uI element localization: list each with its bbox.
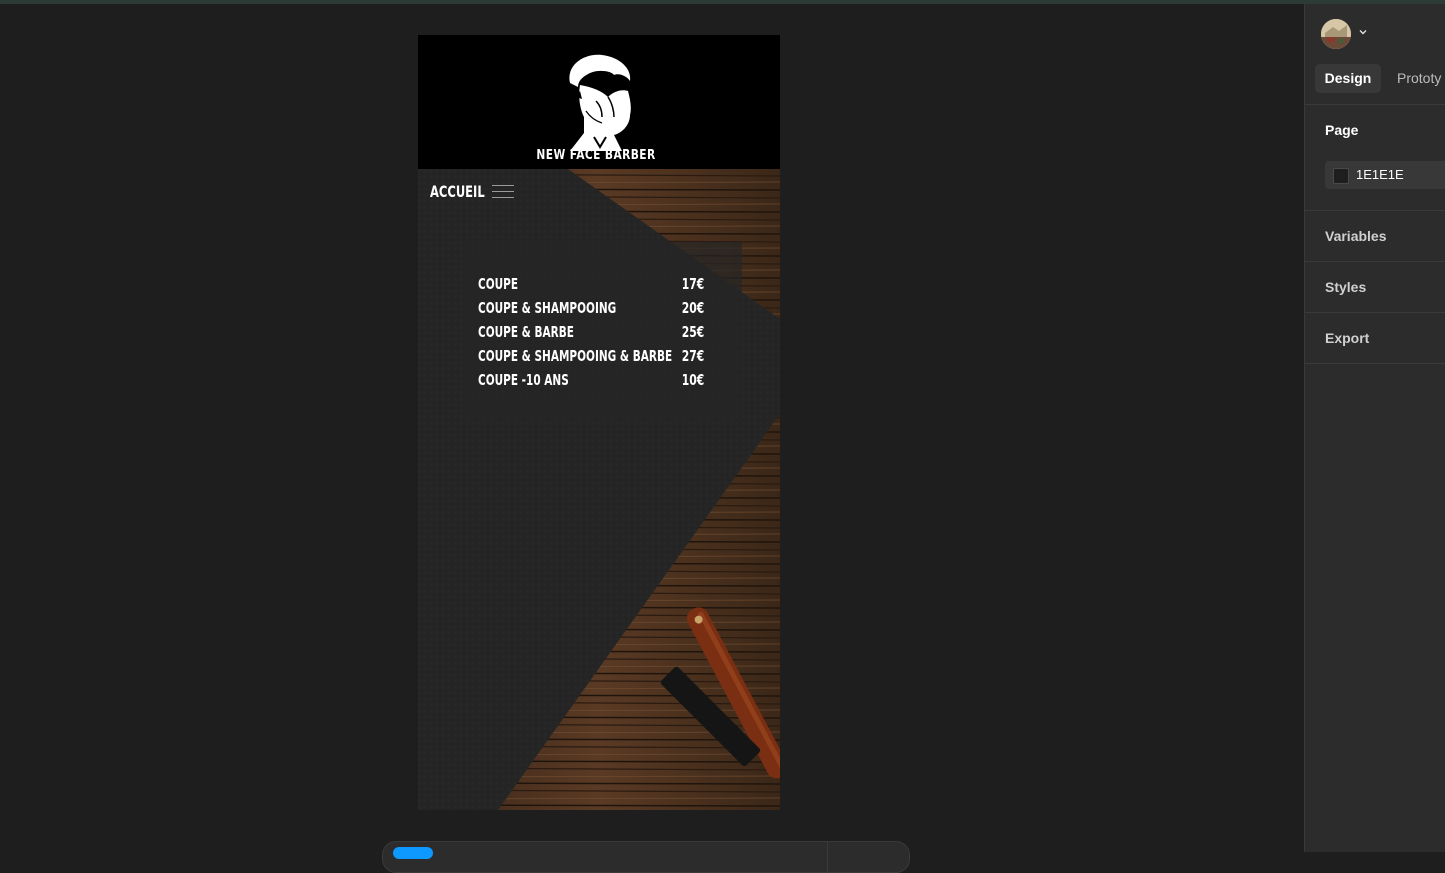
service-price: 10€ bbox=[681, 371, 704, 389]
service-price: 17€ bbox=[681, 275, 704, 293]
page-section-title: Page bbox=[1325, 122, 1359, 138]
service-price: 27€ bbox=[681, 347, 704, 365]
toolbar-divider bbox=[827, 842, 828, 872]
divider bbox=[1305, 104, 1445, 105]
service-price: 20€ bbox=[681, 299, 704, 317]
service-name: COUPE & SHAMPOOING bbox=[478, 299, 617, 317]
bottom-toolbar[interactable] bbox=[382, 841, 910, 873]
avatar-image bbox=[1321, 19, 1351, 49]
tab-prototype[interactable]: Prototy bbox=[1397, 64, 1441, 93]
variables-section[interactable]: Variables bbox=[1325, 228, 1387, 244]
price-row: COUPE & SHAMPOOING 20€ bbox=[478, 299, 704, 321]
tab-design[interactable]: Design bbox=[1315, 64, 1381, 93]
divider bbox=[1305, 261, 1445, 262]
chevron-down-icon[interactable] bbox=[1357, 26, 1369, 38]
divider bbox=[1305, 363, 1445, 364]
price-row: COUPE & SHAMPOOING & BARBE 27€ bbox=[478, 347, 704, 369]
frame-header: NEW FACE BARBER bbox=[418, 35, 780, 169]
move-tool-button[interactable] bbox=[393, 847, 433, 859]
price-row: COUPE 17€ bbox=[478, 275, 704, 297]
service-name: COUPE -10 ANS bbox=[478, 371, 569, 389]
nav-accueil[interactable]: ACCUEIL bbox=[430, 182, 485, 201]
mobile-frame[interactable]: NEW FACE BARBER ACCUEIL COUPE 17€ COUPE … bbox=[418, 35, 780, 810]
service-name: COUPE & BARBE bbox=[478, 323, 574, 341]
bearded-man-logo-icon bbox=[569, 54, 631, 151]
price-list-card: COUPE 17€ COUPE & SHAMPOOING 20€ COUPE &… bbox=[462, 242, 742, 422]
service-price: 25€ bbox=[681, 323, 704, 341]
hamburger-menu-icon[interactable] bbox=[492, 184, 514, 200]
user-avatar[interactable] bbox=[1321, 19, 1351, 49]
brand-name: NEW FACE BARBER bbox=[536, 148, 656, 163]
service-name: COUPE & SHAMPOOING & BARBE bbox=[478, 347, 673, 365]
page-color-field[interactable]: 1E1E1E bbox=[1325, 161, 1445, 189]
color-swatch[interactable] bbox=[1333, 168, 1349, 184]
divider bbox=[1305, 210, 1445, 211]
service-name: COUPE bbox=[478, 275, 519, 293]
styles-section[interactable]: Styles bbox=[1325, 279, 1366, 295]
page-color-value[interactable]: 1E1E1E bbox=[1356, 161, 1404, 189]
properties-panel: Design Prototy Page 1E1E1E Variables Sty… bbox=[1304, 4, 1445, 852]
price-row: COUPE & BARBE 25€ bbox=[478, 323, 704, 345]
export-section[interactable]: Export bbox=[1325, 330, 1369, 346]
divider bbox=[1305, 312, 1445, 313]
price-row: COUPE -10 ANS 10€ bbox=[478, 371, 704, 393]
